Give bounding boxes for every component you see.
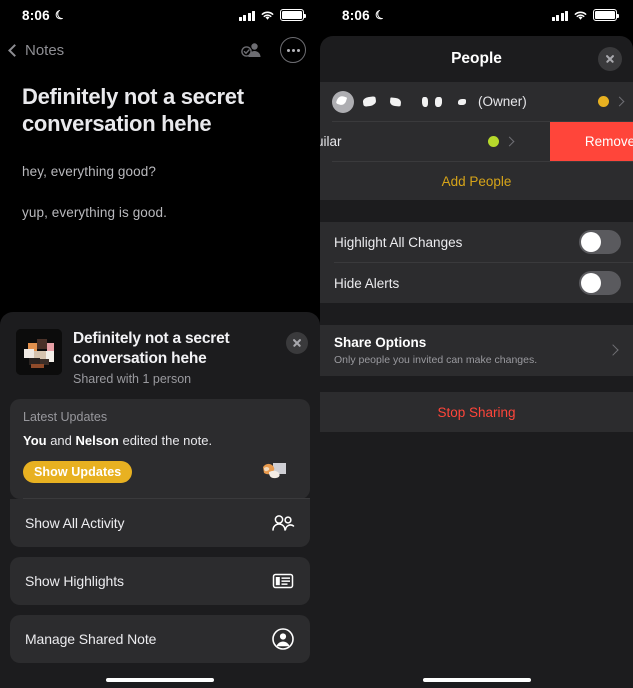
owner-row-right (598, 96, 625, 107)
note-paragraph-1: hey, everything good? (22, 163, 156, 179)
home-indicator-left (106, 677, 214, 682)
sheet-title: Definitely not a secret conversation heh… (73, 330, 230, 367)
show-highlights-label: Show Highlights (25, 572, 124, 589)
manage-shared-note-label: Manage Shared Note (25, 630, 157, 647)
battery-icon (593, 9, 619, 21)
hide-alerts-label: Hide Alerts (334, 275, 400, 291)
show-updates-button[interactable]: Show Updates (23, 460, 133, 483)
status-time-label-right: 8:06 (342, 7, 370, 23)
status-bar-right: 8:06 ☾ (320, 0, 633, 30)
note-photo-thumbnail (16, 329, 62, 375)
share-options-title: Share Options (334, 335, 427, 350)
notes-nav-bar: Notes (0, 30, 320, 70)
home-indicator-right (422, 677, 531, 682)
person-row-participant[interactable]: juilar Remove (320, 122, 633, 161)
stop-sharing-row[interactable]: Stop Sharing (320, 392, 633, 432)
show-all-activity-row[interactable]: Show All Activity (10, 498, 310, 547)
status-time-right: 8:06 ☾ (342, 6, 388, 24)
sheet-header-text: Definitely not a secret conversation heh… (73, 329, 275, 386)
latest-updates-text: You and Nelson edited the note. (23, 433, 297, 448)
nav-actions (238, 37, 306, 63)
stop-sharing-label: Stop Sharing (437, 404, 516, 420)
highlight-all-changes-row[interactable]: Highlight All Changes (320, 222, 633, 262)
status-icons-right (551, 9, 619, 21)
person-circle-icon (271, 627, 295, 651)
more-ellipsis-icon[interactable] (280, 37, 306, 63)
owner-suffix-label: (Owner) (478, 94, 527, 109)
status-bar-left: 8:06 ☾ (0, 0, 320, 30)
updates-actor-name: Nelson (75, 432, 119, 448)
cellular-signal-icon (238, 10, 255, 21)
hide-alerts-toggle[interactable] (579, 271, 621, 295)
latest-updates-card: Latest Updates You and Nelson edited the… (10, 398, 310, 499)
participant-row-right (488, 136, 515, 147)
chevron-right-icon (504, 136, 515, 147)
back-to-notes-button[interactable]: Notes (8, 41, 65, 59)
back-button-label: Notes (25, 41, 65, 59)
manage-shared-note-row[interactable]: Manage Shared Note (10, 614, 310, 663)
battery-icon (280, 9, 306, 21)
settings-group: Highlight All Changes Hide Alerts (320, 222, 633, 303)
highlight-all-changes-label: Highlight All Changes (334, 234, 463, 250)
wifi-icon (261, 11, 274, 20)
collaboration-bottom-sheet: Definitely not a secret conversation heh… (0, 312, 320, 688)
sticker-thumbnail (259, 459, 289, 485)
show-highlights-row[interactable]: Show Highlights (10, 556, 310, 605)
wifi-icon (574, 11, 587, 20)
updates-action-row: Show Updates (23, 459, 297, 485)
sheet-subtitle: Shared with 1 person (73, 371, 192, 386)
close-icon[interactable] (286, 332, 308, 354)
add-people-button[interactable]: Add People (320, 162, 633, 200)
hide-alerts-row[interactable]: Hide Alerts (320, 263, 633, 303)
left-phone-screen: 8:06 ☾ Notes Definitely not a secret con… (0, 0, 320, 688)
two-people-icon (271, 511, 295, 535)
status-dot-participant (488, 136, 499, 147)
redacted-name: (Owner) (362, 94, 598, 109)
close-icon[interactable] (598, 47, 622, 71)
share-options-text: Share Options Only people you invited ca… (334, 334, 537, 366)
cellular-signal-icon (551, 10, 568, 21)
status-dot-owner (598, 96, 609, 107)
show-all-activity-label: Show All Activity (25, 514, 125, 531)
person-row-owner[interactable]: (Owner) (320, 82, 633, 121)
share-options-row[interactable]: Share Options Only people you invited ca… (320, 325, 633, 376)
status-icons-left (238, 9, 306, 21)
chevron-right-icon (614, 96, 625, 107)
note-body: Definitely not a secret conversation heh… (0, 70, 320, 220)
moon-icon: ☾ (372, 6, 388, 24)
avatar-redacted-icon (332, 90, 354, 113)
people-list-group: (Owner) juilar Remove (320, 82, 633, 200)
dual-phone-screenshot: 8:06 ☾ Notes Definitely not a secret con… (0, 0, 633, 688)
highlight-list-icon (271, 569, 295, 593)
sheet-header: Definitely not a secret conversation heh… (10, 326, 310, 386)
highlight-all-changes-toggle[interactable] (579, 230, 621, 254)
people-sheet: People (Owner) ilar Remove Add People Hi… (320, 36, 633, 688)
status-time-label: 8:06 (22, 7, 50, 23)
latest-updates-label: Latest Updates (23, 409, 108, 424)
chevron-right-icon (607, 344, 619, 356)
people-header: People (320, 36, 633, 82)
chevron-left-icon (8, 43, 21, 57)
note-title: Definitely not a secret conversation heh… (22, 84, 244, 136)
updates-actor-you: You (23, 432, 47, 448)
status-time-left: 8:06 ☾ (22, 6, 68, 24)
people-title: People (451, 50, 502, 67)
note-paragraph-2: yup, everything is good. (22, 204, 167, 220)
updates-text-end: edited the note. (118, 432, 213, 448)
updates-text-mid: and (46, 432, 76, 448)
remove-person-button[interactable]: Remove (550, 122, 633, 161)
moon-icon: ☾ (52, 6, 68, 24)
share-options-subtitle: Only people you invited can make changes… (334, 354, 538, 366)
participant-name: juilar (320, 134, 342, 149)
right-phone-screen: 8:06 ☾ People (Owner) ilar Remove Add Pe… (320, 0, 633, 688)
shared-person-check-icon[interactable] (238, 37, 264, 63)
